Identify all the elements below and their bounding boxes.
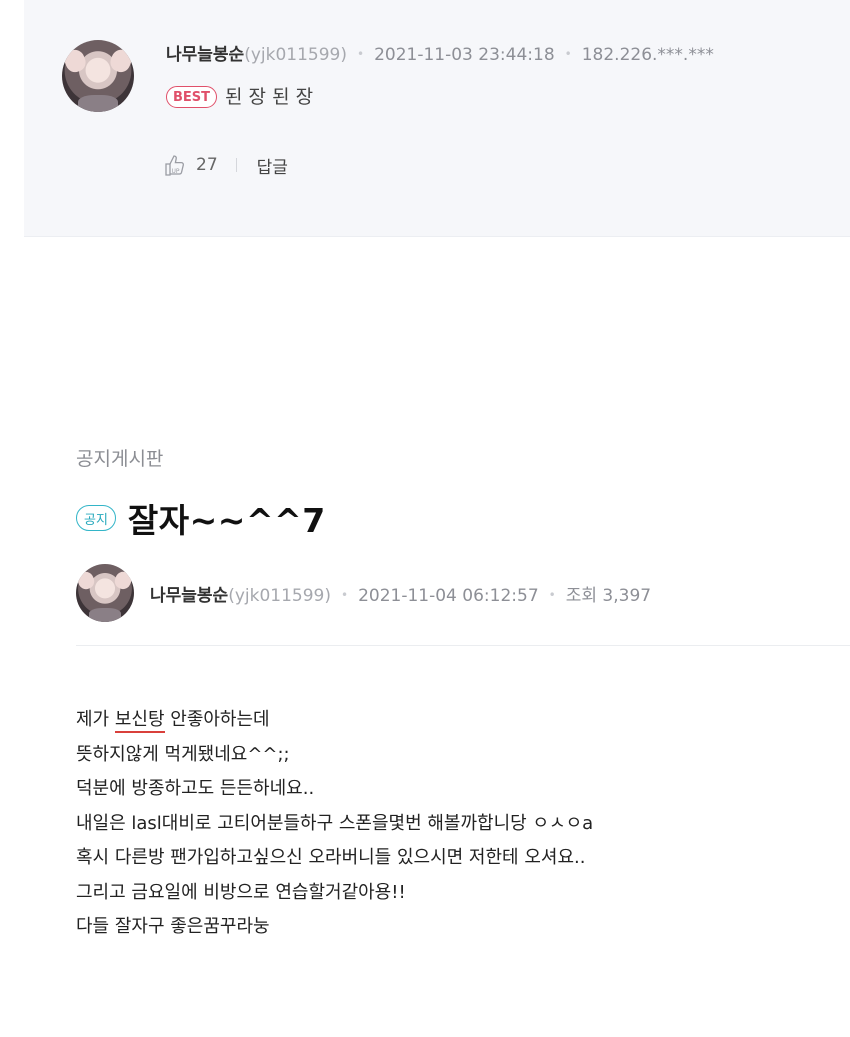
board-name[interactable]: 공지게시판 [76,444,163,471]
post-title-row: 공지 잘자~~^^7 [76,494,326,542]
content-line: 뜻하지않게 먹게됐네요^^;; [76,743,290,765]
avatar[interactable] [62,40,134,112]
content-line: 그리고 금요일에 비방으로 연습할거같아용!! [76,881,406,903]
up-count: 27 [196,155,218,175]
post-meta: 나무늘봉순(yjk011599) • 2021-11-04 06:12:57 • 조회 … [150,586,652,606]
post-user-id: (yjk011599) [228,586,331,606]
post-title: 잘자~~^^7 [127,501,326,540]
comment-nickname[interactable]: 나무늘봉순 [166,45,244,65]
post-content: 제가 보신탕 안좋아하는데 뜻하지않게 먹게됐네요^^;; 덕분에 방종하고도 … [76,703,593,945]
comment-datetime: 2021-11-03 23:44:18 [374,45,555,65]
reply-button[interactable]: 답글 [257,153,288,178]
header-divider [76,645,850,646]
comment-ip: 182.226.***.*** [581,45,714,65]
author-avatar[interactable] [76,564,134,622]
content-line: 혹시 다른방 팬가입하고싶으신 오라버니들 있으시면 저한테 오셔요.. [76,847,586,868]
view-count: 3,397 [602,586,652,606]
best-comment: 나무늘봉순(yjk011599) • 2021-11-03 23:44:18 • 182… [24,0,850,237]
svg-text:UP: UP [172,168,180,175]
up-button[interactable]: UP 27 [162,152,218,178]
content-line: 다들 잘자구 좋은꿈꾸라눙 [76,916,270,937]
divider [235,158,237,172]
comment-user-id: (yjk011599) [244,45,347,65]
spellcheck-word: 보신탕 [114,709,165,733]
post-datetime: 2021-11-04 06:12:57 [358,586,539,606]
comment-meta: 나무늘봉순(yjk011599) • 2021-11-03 23:44:18 • 182… [166,45,714,65]
content-line: 덕분에 방종하고도 든든하네요.. [76,778,315,799]
views-label: 조회 [565,586,597,606]
post-nickname[interactable]: 나무늘봉순 [150,586,228,606]
comment-text: 된 장 된 장 [225,86,314,108]
comment-actions: UP 27 답글 [162,152,288,178]
content-line: 내일은 lasl대비로 고티어분들하구 스폰을몇번 해볼까합니당 ㅇㅅㅇa [76,812,594,834]
content-line: 제가 보신탕 안좋아하는데 [76,703,593,738]
best-badge: BEST [166,86,218,108]
notice-badge: 공지 [76,505,116,531]
thumbs-up-icon: UP [165,155,185,176]
comment-body: BEST 된 장 된 장 [166,82,313,109]
